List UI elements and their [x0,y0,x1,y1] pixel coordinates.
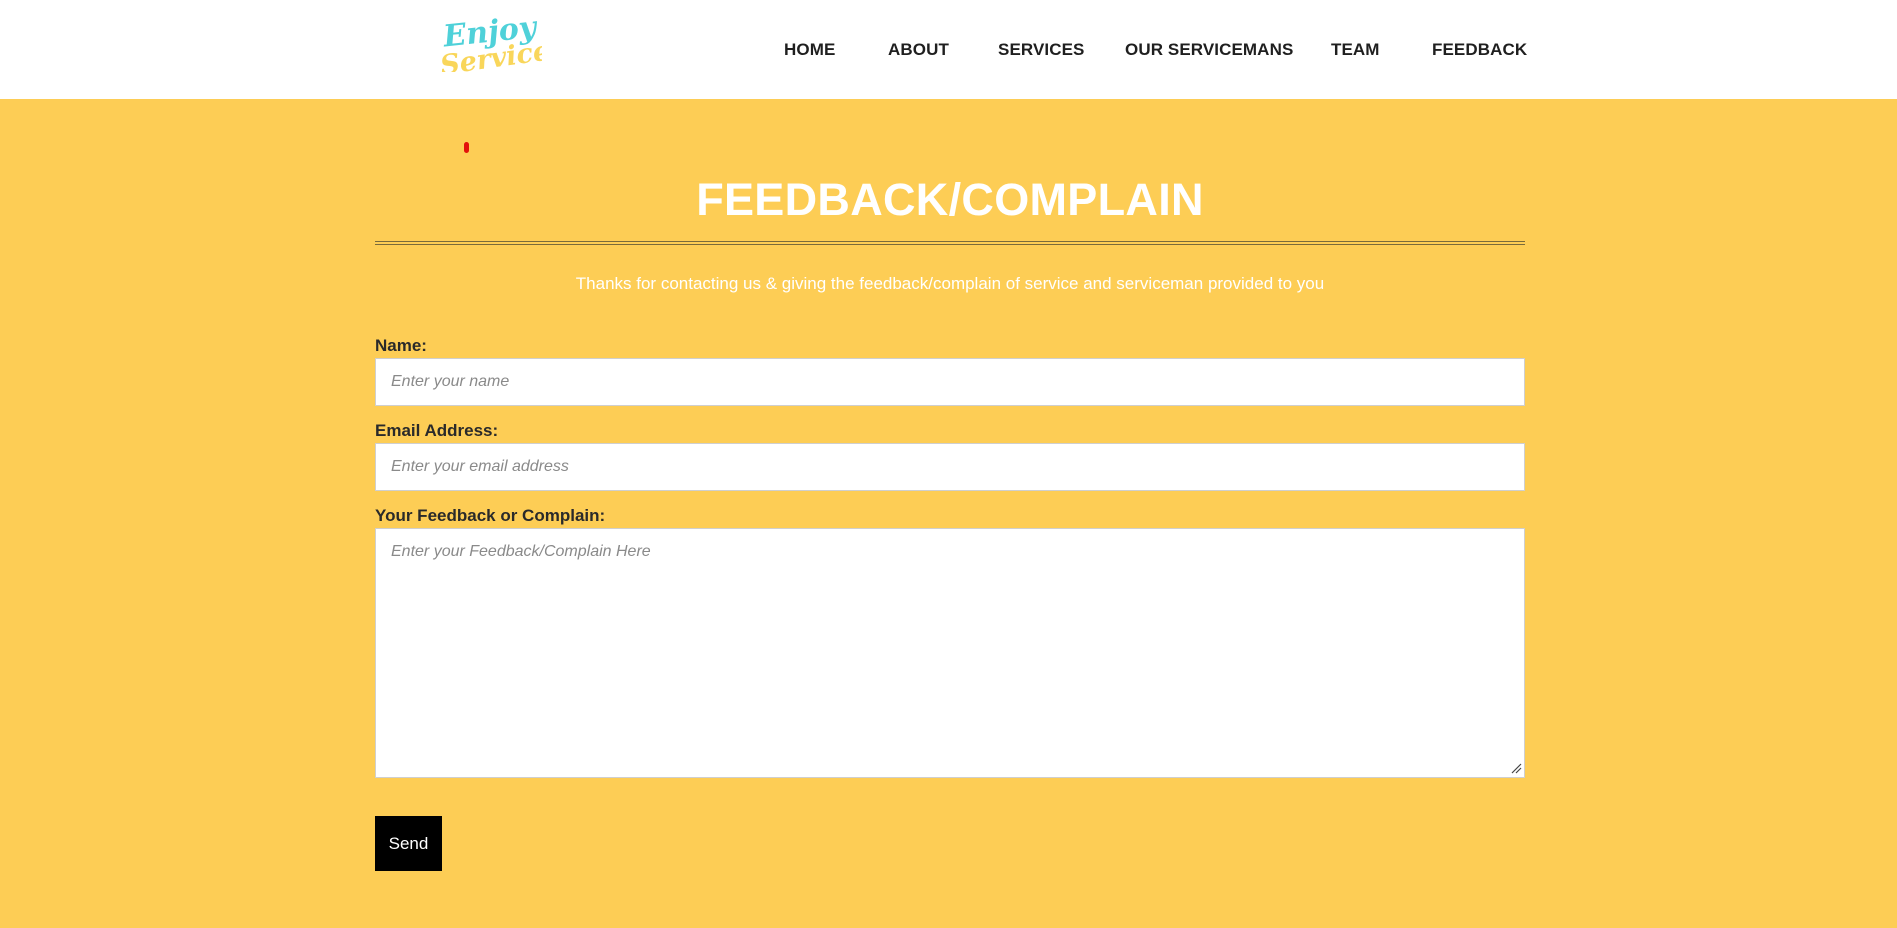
page-subtitle: Thanks for contacting us & giving the fe… [575,274,1325,293]
nav-feedback[interactable]: FEEDBACK [1432,39,1527,61]
feedback-label: Your Feedback or Complain: [375,506,606,525]
name-label: Name: [375,336,427,355]
nav-about[interactable]: ABOUT [888,39,949,61]
site-header: Enjoy Services HOME ABOUT SERVICES OUR S… [0,0,1897,99]
send-button[interactable]: Send [375,816,442,871]
nav-services[interactable]: SERVICES [998,39,1084,61]
name-input[interactable] [375,358,1525,406]
red-marker [464,142,469,153]
nav-home[interactable]: HOME [784,39,835,61]
feedback-textarea[interactable] [375,528,1525,778]
main-nav: HOME ABOUT SERVICES OUR SERVICEMANS TEAM… [0,0,1897,99]
page-title: FEEDBACK/COMPLAIN [696,174,1204,225]
title-divider [375,241,1525,245]
resize-handle-icon[interactable] [1511,763,1522,774]
nav-our-servicemans[interactable]: OUR SERVICEMANS [1125,39,1293,61]
email-input[interactable] [375,443,1525,491]
email-label: Email Address: [375,421,499,440]
nav-team[interactable]: TEAM [1331,39,1380,61]
